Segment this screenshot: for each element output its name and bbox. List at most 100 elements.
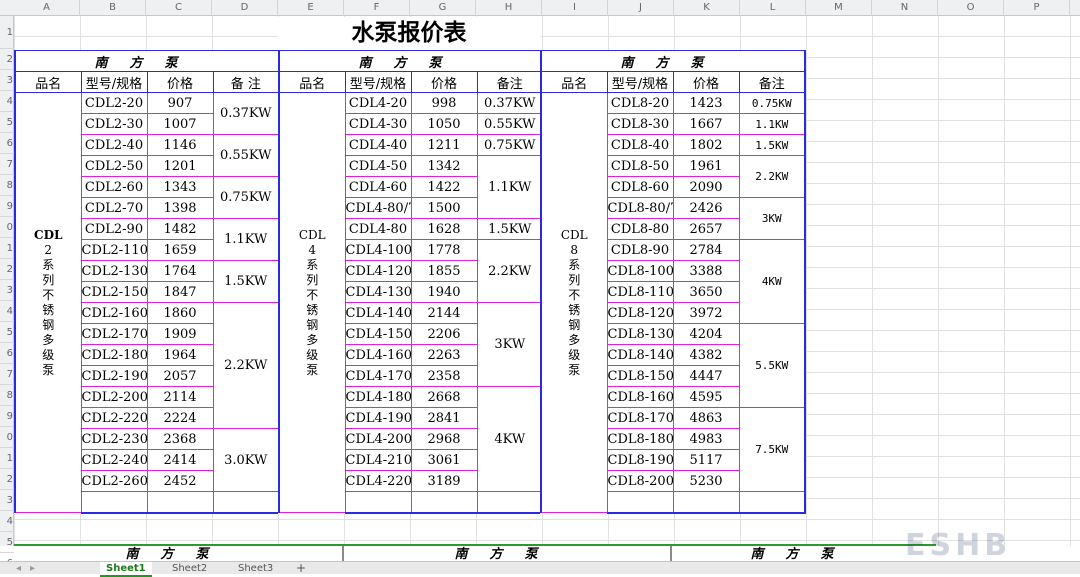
power-note-cell[interactable]: 0.75KW — [738, 92, 807, 114]
power-note-cell[interactable]: 1.1KW — [212, 218, 281, 261]
row-header-0[interactable]: 1 — [0, 16, 14, 49]
brand-banner[interactable]: 南方泵 — [539, 50, 807, 72]
column-header-4[interactable]: E — [278, 0, 344, 16]
column-header-10[interactable]: K — [674, 0, 740, 16]
row-header-5[interactable]: 6 — [0, 133, 14, 154]
model-cell[interactable]: CDL4-170 — [344, 365, 412, 387]
price-cell[interactable]: 1500 — [410, 197, 478, 219]
power-note-cell[interactable]: 3KW — [476, 302, 545, 387]
column-header-15[interactable]: P — [1004, 0, 1070, 16]
power-note-cell[interactable]: 0.75KW — [476, 134, 545, 156]
model-cell[interactable]: CDL4-180 — [344, 386, 412, 408]
price-cell[interactable]: 1847 — [146, 281, 214, 303]
row-header-7[interactable]: 8 — [0, 175, 14, 196]
header-note[interactable]: 备注 — [738, 71, 807, 93]
empty-cell[interactable] — [344, 491, 412, 514]
row-header-17[interactable]: 8 — [0, 385, 14, 406]
column-header-7[interactable]: H — [476, 0, 542, 16]
model-cell[interactable]: CDL8-190 — [606, 449, 674, 471]
model-cell[interactable]: CDL4-190 — [344, 407, 412, 429]
price-cell[interactable]: 4447 — [672, 365, 740, 387]
scroll-right-icon[interactable]: ▸ — [24, 562, 41, 575]
power-note-cell[interactable]: 3.0KW — [212, 428, 281, 492]
empty-cell[interactable] — [212, 491, 281, 514]
row-header-11[interactable]: 2 — [0, 259, 14, 280]
model-cell[interactable]: CDL2-50 — [80, 155, 148, 177]
row-header-19[interactable]: 0 — [0, 427, 14, 448]
model-cell[interactable]: CDL8-50 — [606, 155, 674, 177]
header-price[interactable]: 价格 — [410, 71, 478, 93]
power-note-cell[interactable]: 2.2KW — [212, 302, 281, 429]
model-cell[interactable]: CDL4-60 — [344, 176, 412, 198]
model-cell[interactable]: CDL8-80 — [606, 218, 674, 240]
price-cell[interactable]: 4863 — [672, 407, 740, 429]
power-note-cell[interactable]: 1.1KW — [738, 113, 807, 135]
model-cell[interactable]: CDL2-30 — [80, 113, 148, 135]
row-header-24[interactable]: 5 — [0, 532, 14, 553]
model-cell[interactable]: CDL2-170 — [80, 323, 148, 345]
model-cell[interactable]: CDL8-90 — [606, 239, 674, 261]
row-header-13[interactable]: 4 — [0, 301, 14, 322]
model-cell[interactable]: CDL4-160 — [344, 344, 412, 366]
brand-banner[interactable]: 南方泵 — [13, 50, 281, 72]
model-cell[interactable]: CDL2-130 — [80, 260, 148, 282]
price-cell[interactable]: 3972 — [672, 302, 740, 324]
header-price[interactable]: 价格 — [672, 71, 740, 93]
model-cell[interactable]: CDL2-230 — [80, 428, 148, 450]
column-header-0[interactable]: A — [14, 0, 80, 16]
power-note-cell[interactable]: 1.5KW — [212, 260, 281, 303]
price-cell[interactable]: 907 — [146, 92, 214, 114]
column-header-13[interactable]: N — [872, 0, 938, 16]
sheet-title[interactable]: 水泵报价表 — [278, 17, 540, 50]
column-header-8[interactable]: I — [542, 0, 608, 16]
price-cell[interactable]: 2358 — [410, 365, 478, 387]
power-note-cell[interactable]: 0.37KW — [212, 92, 281, 135]
model-cell[interactable]: CDL4-100 — [344, 239, 412, 261]
model-cell[interactable]: CDL2-70 — [80, 197, 148, 219]
model-cell[interactable]: CDL4-150 — [344, 323, 412, 345]
price-cell[interactable]: 1398 — [146, 197, 214, 219]
model-cell[interactable]: CDL4-40 — [344, 134, 412, 156]
price-cell[interactable]: 1764 — [146, 260, 214, 282]
product-name-cell[interactable]: CDL 8 系列不锈钢多级泵 — [540, 92, 608, 513]
price-cell[interactable]: 5117 — [672, 449, 740, 471]
price-cell[interactable]: 2144 — [410, 302, 478, 324]
brand-banner[interactable]: 南方泵 — [277, 50, 545, 72]
price-cell[interactable]: 1211 — [410, 134, 478, 156]
model-cell[interactable]: CDL2-160 — [80, 302, 148, 324]
empty-cell[interactable] — [80, 491, 148, 514]
header-name[interactable]: 品名 — [14, 71, 82, 93]
price-cell[interactable]: 1050 — [410, 113, 478, 135]
price-cell[interactable]: 1802 — [672, 134, 740, 156]
empty-cell[interactable] — [410, 491, 478, 514]
model-cell[interactable]: CDL2-40 — [80, 134, 148, 156]
price-cell[interactable]: 1343 — [146, 176, 214, 198]
header-name[interactable]: 品名 — [540, 71, 608, 93]
empty-cell[interactable] — [672, 491, 740, 514]
add-sheet-button[interactable]: + — [290, 562, 312, 575]
power-note-cell[interactable]: 1.5KW — [476, 218, 545, 240]
price-cell[interactable]: 2057 — [146, 365, 214, 387]
row-header-4[interactable]: 5 — [0, 112, 14, 133]
sheet-tab-1[interactable]: Sheet1 — [100, 562, 152, 577]
price-cell[interactable]: 2668 — [410, 386, 478, 408]
price-cell[interactable]: 998 — [410, 92, 478, 114]
column-header-5[interactable]: F — [344, 0, 410, 16]
price-cell[interactable]: 4983 — [672, 428, 740, 450]
model-cell[interactable]: CDL8-120 — [606, 302, 674, 324]
price-cell[interactable]: 3189 — [410, 470, 478, 492]
model-cell[interactable]: CDL2-200 — [80, 386, 148, 408]
empty-cell[interactable] — [146, 491, 214, 514]
model-cell[interactable]: CDL4-50 — [344, 155, 412, 177]
row-header-15[interactable]: 6 — [0, 343, 14, 364]
row-header-21[interactable]: 2 — [0, 469, 14, 490]
model-cell[interactable]: CDL8-200 — [606, 470, 674, 492]
power-note-cell[interactable]: 7.5KW — [738, 407, 807, 492]
row-header-9[interactable]: 0 — [0, 217, 14, 238]
model-cell[interactable]: CDL8-20 — [606, 92, 674, 114]
header-name[interactable]: 品名 — [278, 71, 346, 93]
model-cell[interactable]: CDL2-60 — [80, 176, 148, 198]
model-cell[interactable]: CDL2-220 — [80, 407, 148, 429]
column-header-9[interactable]: J — [608, 0, 674, 16]
power-note-cell[interactable]: 2.2KW — [738, 155, 807, 198]
